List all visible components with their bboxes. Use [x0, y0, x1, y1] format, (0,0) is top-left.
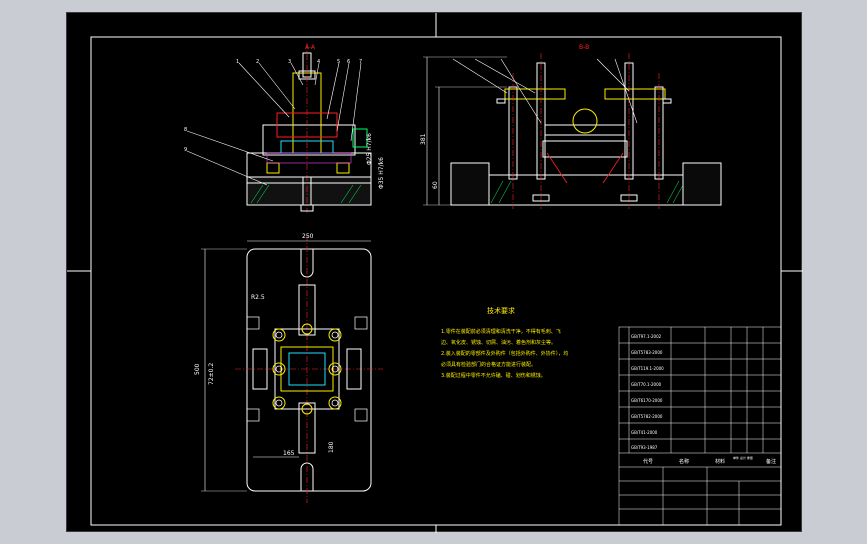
header-material: 材料: [715, 458, 725, 465]
dim-60: 60: [432, 181, 439, 189]
part-number-6: 6: [347, 59, 350, 65]
part-number-1: 1: [236, 59, 239, 65]
base-flange-right-b: [682, 162, 722, 206]
fit-annotation-1: Φ25 H7/k6: [366, 133, 373, 165]
header-name: 名称: [679, 458, 689, 465]
part-number-5: 5: [337, 59, 340, 65]
part-number-8: 8: [184, 127, 187, 133]
parts-list: [618, 326, 782, 526]
parts-row-1: GB/T97.1-2002: [631, 334, 662, 339]
header-remark: 备注: [766, 458, 776, 465]
parts-row-4: GB/T70.1-2000: [631, 382, 662, 387]
tech-req-line-2: 边、氧化皮、锈蚀、切屑、油污、着色剂和灰尘等。: [441, 339, 556, 346]
tech-req-line-4: 必须具有检验部门的合格证方能进行装配。: [441, 361, 536, 368]
base-lower-a: [246, 176, 372, 206]
base-block-a: [246, 152, 372, 178]
tech-requirements: 技术要求 1.零件在装配前必须清理和清洗干净，不得有毛刺、飞 边、氧化皮、锈蚀、…: [441, 306, 568, 379]
part-number-3: 3: [288, 59, 291, 65]
parts-row-7: GB/T41-2000: [631, 430, 658, 435]
header-code: 代号: [643, 458, 653, 465]
tech-req-line-5: 3.装配过程中零件不允许磕、碰、划伤和锈蚀。: [441, 372, 546, 379]
tech-req-title: 技术要求: [487, 306, 515, 315]
tech-req-line-1: 1.零件在装配前必须清理和清洗干净，不得有毛刺、飞: [441, 328, 561, 335]
section-view-b: B-B 381 60: [420, 44, 722, 209]
tech-req-line-3: 2.装入装配的零部件及外购件（包括外购件、外协件），均: [441, 350, 568, 357]
base-plate-b: [488, 174, 684, 206]
part-number-7: 7: [359, 59, 362, 65]
inner-frame: [90, 36, 782, 526]
parts-row-3: GB/T119.1-2000: [631, 366, 664, 371]
parts-list-text: GB/T97.1-2002 GB/T5783-2000 GB/T119.1-20…: [631, 334, 776, 465]
header-weight: 单件 总计 重量: [733, 455, 753, 460]
section-b-label: B-B: [579, 44, 589, 51]
plan-view: 250 500 72±0.2 R2.5 165 180: [194, 233, 383, 503]
top-plate-left-b: [504, 88, 566, 100]
section-view-a: A-A 1 2 3 4 5 6 7 8 9 Φ25 H7/k6 Φ35 H7/k…: [184, 43, 385, 213]
dim-r2-5: R2.5: [251, 294, 265, 301]
parts-row-5: GB/T6170-2000: [631, 398, 663, 403]
dim-500: 500: [194, 363, 201, 375]
base-flange-left-b: [450, 162, 490, 206]
dim-180: 180: [328, 441, 335, 453]
cad-drawing: A-A 1 2 3 4 5 6 7 8 9 Φ25 H7/k6 Φ35 H7/k…: [67, 13, 803, 533]
part-number-2: 2: [256, 59, 259, 65]
dim-165: 165: [283, 450, 295, 457]
part-number-4: 4: [317, 59, 320, 65]
dim-72: 72±0.2: [208, 363, 215, 385]
top-plate-right-b: [604, 88, 666, 100]
parts-row-8: GB/T93-1987: [631, 445, 658, 450]
section-a-label: A-A: [305, 44, 316, 51]
parts-row-6: GB/T5782-2000: [631, 414, 663, 419]
fit-annotation-2: Φ35 H7/k6: [378, 157, 385, 189]
part-number-9: 9: [184, 147, 187, 153]
dim-381: 381: [420, 133, 427, 145]
drawing-sheet: A-A 1 2 3 4 5 6 7 8 9 Φ25 H7/k6 Φ35 H7/k…: [66, 12, 803, 533]
parts-row-2: GB/T5783-2000: [631, 350, 663, 355]
dim-250: 250: [302, 233, 314, 240]
workpiece-b: [572, 108, 598, 134]
